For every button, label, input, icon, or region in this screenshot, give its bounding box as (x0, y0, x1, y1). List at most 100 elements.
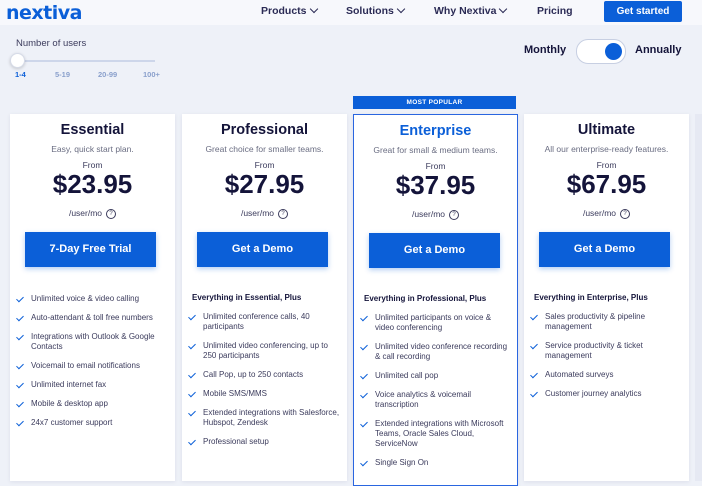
users-slider-thumb[interactable] (10, 53, 25, 68)
feature-item: Unlimited conference calls, 40 participa… (188, 312, 340, 332)
info-icon[interactable]: ? (278, 208, 289, 219)
check-icon (530, 312, 538, 321)
plan-name: Ultimate (577, 122, 636, 138)
feature-item: Mobile SMS/MMS (188, 389, 340, 399)
toggle-knob (605, 43, 622, 60)
nav-products[interactable]: Products (261, 4, 318, 17)
nav-why-nextiva[interactable]: Why Nextiva (434, 4, 508, 17)
check-icon (16, 361, 24, 370)
feature-item-label: Unlimited video conference recording & c… (375, 342, 508, 361)
feature-item: Customer journey analytics (530, 389, 682, 399)
check-icon (188, 389, 196, 398)
check-icon (360, 313, 368, 322)
feature-list: Sales productivity & pipeline management… (530, 312, 682, 399)
check-icon (360, 458, 368, 467)
top-nav-bar: nextiva Products Solutions Why Nextiva P… (0, 0, 702, 25)
users-option-5-19[interactable]: 5-19 (55, 70, 70, 79)
feature-item: Mobile & desktop app (16, 399, 168, 409)
check-icon (530, 341, 538, 350)
users-option-20-99[interactable]: 20-99 (98, 70, 117, 79)
check-icon (188, 437, 196, 446)
info-icon[interactable]: ? (620, 208, 631, 219)
feature-item: Service productivity & ticket management (530, 341, 682, 361)
check-icon (16, 399, 24, 408)
feature-item: Extended integrations with Salesforce, H… (188, 408, 340, 428)
price-unit: /user/mo? (10, 208, 175, 219)
feature-item-label: 24x7 customer support (31, 418, 113, 427)
feature-item: Unlimited video conference recording & c… (360, 342, 512, 362)
feature-item: Extended integrations with Microsoft Tea… (360, 419, 512, 449)
plan-card-essential: Essential Easy, quick start plan. From $… (10, 114, 175, 481)
feature-item-label: Single Sign On (375, 458, 429, 467)
plan-description: All our enterprise-ready features. (544, 144, 669, 154)
price-unit-label: /user/mo (582, 208, 617, 218)
price-unit-label: /user/mo (411, 209, 446, 219)
feature-list: Unlimited conference calls, 40 participa… (188, 312, 340, 447)
feature-item-label: Unlimited participants on voice & video … (375, 313, 492, 332)
get-a-demo-button[interactable]: Get a Demo (197, 232, 328, 267)
feature-item-label: Unlimited call pop (375, 371, 439, 380)
users-option-100-plus[interactable]: 100+ (143, 70, 160, 79)
feature-item-label: Unlimited internet fax (31, 380, 107, 389)
feature-item: Voice analytics & voicemail transcriptio… (360, 390, 512, 410)
feature-item: Voicemail to email notifications (16, 361, 168, 371)
check-icon (188, 312, 196, 321)
feature-item-label: Service productivity & ticket management (545, 341, 643, 360)
nextiva-logo[interactable]: nextiva (6, 2, 82, 24)
feature-list: Unlimited voice & video calling Auto-att… (16, 294, 168, 428)
feature-item-label: Unlimited video conferencing, up to 250 … (203, 341, 328, 360)
check-icon (360, 390, 368, 399)
monthly-label[interactable]: Monthly (524, 44, 566, 56)
feature-item-label: Auto-attendant & toll free numbers (31, 313, 153, 322)
feature-item: Integrations with Outlook & Google Conta… (16, 332, 168, 352)
feature-item-label: Extended integrations with Microsoft Tea… (375, 419, 504, 448)
feature-item: Single Sign On (360, 458, 512, 468)
plan-description: Great choice for smaller teams. (205, 144, 324, 154)
get-started-button[interactable]: Get started (604, 1, 682, 22)
most-popular-badge: MOST POPULAR (353, 96, 516, 109)
next-card-edge (695, 114, 702, 481)
get-a-demo-button[interactable]: Get a Demo (369, 233, 500, 268)
feature-item: Call Pop, up to 250 contacts (188, 370, 340, 380)
check-icon (188, 341, 196, 350)
feature-item: 24x7 customer support (16, 418, 168, 428)
free-trial-button[interactable]: 7-Day Free Trial (25, 232, 156, 267)
feature-item-label: Integrations with Outlook & Google Conta… (31, 332, 155, 351)
nav-pricing-label: Pricing (537, 5, 573, 17)
price-unit-label: /user/mo (68, 208, 103, 218)
plan-description: Easy, quick start plan. (51, 144, 134, 154)
feature-item-label: Mobile & desktop app (31, 399, 108, 408)
chevron-down-icon (396, 4, 406, 14)
annually-label[interactable]: Annually (635, 44, 681, 56)
nav-solutions-label: Solutions (346, 5, 394, 17)
info-icon[interactable]: ? (449, 209, 460, 220)
price-unit: /user/mo? (354, 209, 517, 220)
feature-item-label: Mobile SMS/MMS (203, 389, 268, 398)
feature-item: Unlimited call pop (360, 371, 512, 381)
billing-period-toggle[interactable] (576, 39, 626, 64)
check-icon (188, 370, 196, 379)
feature-item-label: Unlimited conference calls, 40 participa… (203, 312, 310, 331)
plan-name: Essential (60, 122, 125, 138)
features-header: Everything in Enterprise, Plus (534, 293, 648, 302)
check-icon (360, 342, 368, 351)
feature-item-label: Sales productivity & pipeline management (545, 312, 646, 331)
check-icon (360, 371, 368, 380)
nav-solutions[interactable]: Solutions (346, 4, 406, 17)
nav-why-nextiva-label: Why Nextiva (434, 5, 497, 17)
plan-card-ultimate: Ultimate All our enterprise-ready featur… (524, 114, 689, 481)
check-icon (16, 332, 24, 341)
nav-pricing[interactable]: Pricing (537, 5, 573, 17)
chevron-down-icon (309, 4, 318, 14)
users-option-1-4[interactable]: 1-4 (15, 70, 26, 79)
info-icon[interactable]: ? (106, 208, 117, 219)
users-slider-track[interactable] (17, 60, 155, 62)
plan-description: Great for small & medium teams. (373, 145, 498, 155)
number-of-users-label: Number of users (16, 38, 87, 49)
plan-price: $23.95 (52, 169, 133, 199)
check-icon (530, 389, 538, 398)
get-a-demo-button[interactable]: Get a Demo (539, 232, 670, 267)
price-unit: /user/mo? (524, 208, 689, 219)
price-unit-label: /user/mo (240, 208, 275, 218)
feature-list: Unlimited participants on voice & video … (360, 313, 512, 468)
